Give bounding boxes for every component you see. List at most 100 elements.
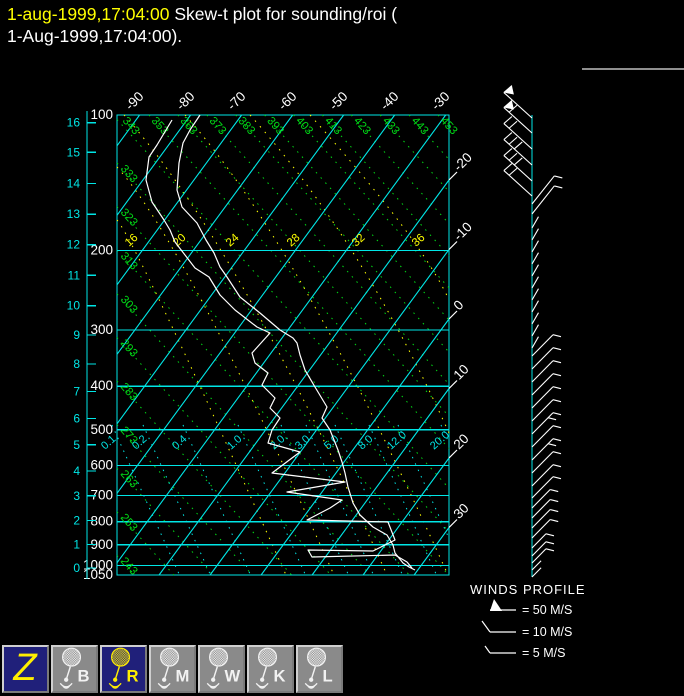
isotherm-top-label: -80 — [173, 89, 197, 113]
height-label: 8 — [73, 357, 80, 371]
wind-barb-shaft — [532, 477, 553, 498]
wind-barb-shaft — [504, 171, 532, 196]
dry-adiabat-top-label: 373 — [206, 115, 228, 137]
height-label: 1 — [73, 538, 80, 552]
wind-barb-shaft — [504, 156, 532, 181]
isotherm-line — [117, 115, 395, 493]
height-label: 6 — [73, 412, 80, 426]
isotherm-right-tick — [449, 242, 457, 250]
wind-barb-shaft — [532, 510, 550, 528]
wind-barb-shaft — [532, 265, 539, 276]
wind-barb-tick — [553, 400, 561, 402]
height-label: 14 — [67, 177, 81, 191]
isotherm-line — [261, 319, 449, 575]
isotherm-right-label: 10 — [451, 361, 472, 382]
wind-barb-shaft — [532, 337, 539, 348]
wind-barb-tick — [504, 117, 512, 124]
wind-barb-shaft — [532, 301, 539, 312]
balloon-icon: R — [102, 647, 145, 691]
wind-barb-tick — [504, 164, 512, 171]
isotherm-right-label: -10 — [451, 219, 475, 243]
zoom-z-icon: Z — [4, 647, 47, 691]
svg-text:M: M — [175, 666, 189, 685]
skewt-plot: 1002003004005006007008009001000105001234… — [0, 78, 684, 696]
mixing-ratio-label: 0.4 — [170, 433, 189, 452]
dry-adiabat-line — [293, 115, 449, 288]
isotherm-right-label: 20 — [451, 431, 472, 452]
dry-adiabat-line — [117, 250, 409, 575]
toolbar-button-b[interactable]: B — [51, 645, 98, 693]
pressure-label: 800 — [90, 514, 113, 529]
balloon-icon: K — [249, 647, 292, 691]
window-title: 1-aug-1999,17:04:00 Skew-t plot for soun… — [7, 3, 397, 47]
height-label: 3 — [73, 489, 80, 503]
svg-text:K: K — [273, 666, 285, 685]
title-line2: 1-Aug-1999,17:04:00). — [7, 26, 182, 46]
dry-adiabat-left-label: 303 — [118, 294, 140, 316]
isotherm-right-tick — [449, 381, 457, 389]
wind-barb-tick — [553, 374, 561, 376]
wind-barb-tick — [550, 500, 558, 502]
isotherm-top-label: -90 — [122, 89, 146, 113]
toolbar-button-w[interactable]: W — [198, 645, 245, 693]
wind-barb-shaft — [532, 465, 553, 486]
toolbar-button-k[interactable]: K — [247, 645, 294, 693]
wind-barb-tick — [553, 439, 561, 441]
isotherm-top-label: -50 — [326, 89, 350, 113]
wind-barb-shaft — [532, 520, 550, 538]
wind-barb-shaft — [532, 439, 553, 460]
wind-barb-shaft — [532, 348, 553, 369]
dry-adiabat-top-label: 443 — [409, 115, 431, 137]
pressure-label: 700 — [90, 488, 113, 503]
wind-barb-tick — [553, 452, 561, 454]
wind-barb-shaft — [532, 313, 539, 324]
wind-barb-shaft — [532, 374, 553, 395]
moist-adiabat-label: 24 — [224, 231, 242, 249]
toolbar-button-l[interactable]: L — [296, 645, 343, 693]
mixing-ratio-label: 5.0 — [322, 433, 341, 452]
window-edge-line — [582, 68, 684, 70]
height-label: 11 — [68, 268, 81, 282]
wind-barb-tick — [553, 348, 561, 350]
dry-adiabat-line — [149, 115, 449, 448]
wind-barb-tick — [509, 168, 517, 175]
moist-adiabat-label: 20 — [171, 232, 189, 249]
legend-label: = 50 M/S — [522, 603, 572, 617]
mixing-ratio-label: 1.0 — [225, 433, 244, 452]
toolbar-button-m[interactable]: M — [149, 645, 196, 693]
toolbar-button-r[interactable]: R — [100, 645, 147, 693]
legend-label: = 5 M/S — [522, 646, 565, 660]
height-label: 15 — [67, 145, 81, 159]
wind-barb-shaft — [532, 542, 546, 556]
toolbar-button-z[interactable]: Z — [2, 645, 49, 693]
title-text: Skew-t plot for sounding/roi ( — [170, 4, 398, 24]
wind-barb-tick — [546, 534, 554, 536]
wind-barb-tick — [553, 413, 561, 415]
wind-barb-shaft — [532, 387, 553, 408]
wind-barb-tick — [504, 133, 512, 140]
wind-barb-tick — [550, 510, 558, 512]
wind-barb-tick — [550, 490, 558, 492]
svg-text:R: R — [126, 666, 138, 685]
svg-text:Z: Z — [12, 647, 38, 689]
pressure-label: 100 — [90, 107, 113, 122]
mixing-ratio-label: 8.0 — [356, 433, 375, 452]
legend-flag-icon — [490, 599, 502, 611]
wind-barb-shaft — [532, 241, 539, 252]
dry-adiabat-top-label: 343 — [120, 115, 142, 137]
wind-barb-shaft — [532, 549, 546, 563]
legend-half-barb-icon — [485, 646, 490, 653]
isotherm-line — [363, 458, 449, 575]
plot-frame — [117, 115, 449, 575]
isotherm-top-label: -30 — [428, 89, 452, 113]
wind-barb-tick — [550, 520, 558, 522]
isotherm-top-label: -60 — [275, 89, 299, 113]
wind-barb-shaft — [532, 335, 553, 356]
dry-adiabat-left-label: 293 — [118, 337, 140, 359]
wind-barb-tick — [554, 176, 562, 178]
wind-barb-shaft — [532, 490, 550, 508]
wind-barb-tick — [546, 549, 554, 551]
dry-adiabat-left-label: 253 — [118, 512, 140, 534]
wind-barb-shaft — [532, 325, 539, 336]
wind-barb-tick — [504, 149, 512, 156]
